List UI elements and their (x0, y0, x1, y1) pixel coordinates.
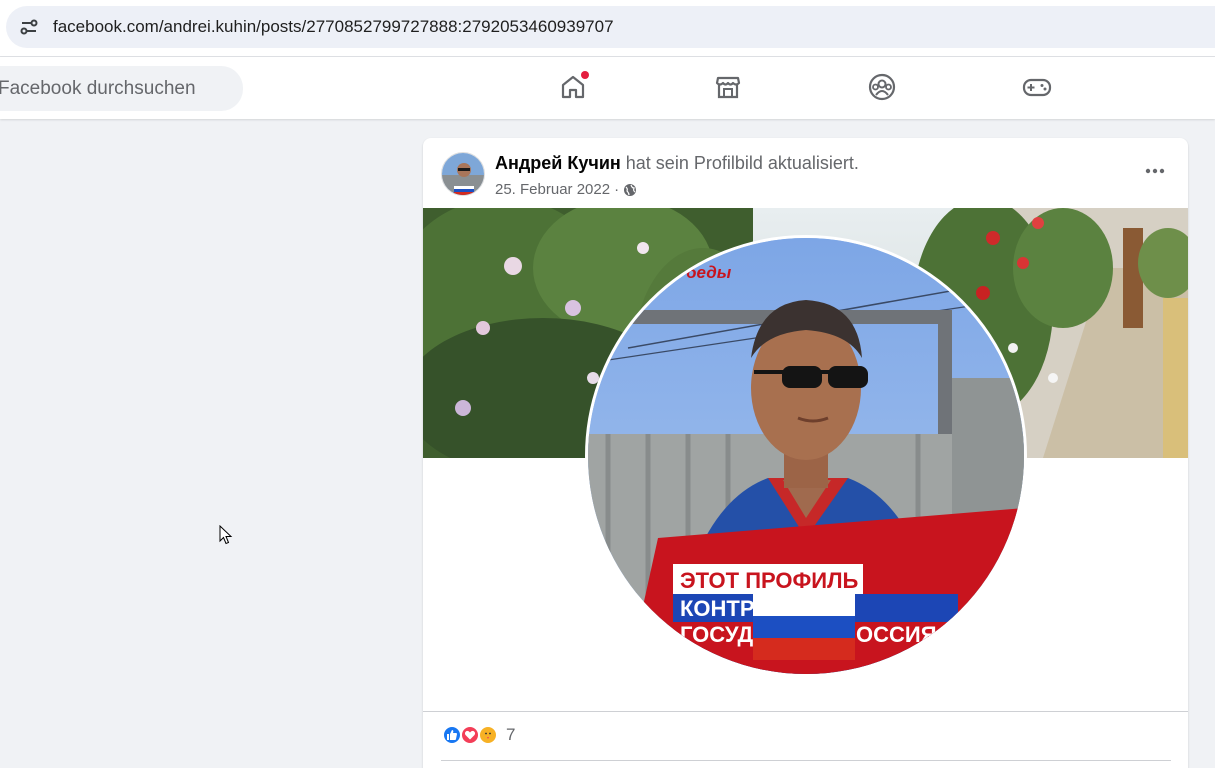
facebook-top-nav (0, 57, 1215, 119)
like-reaction-icon (442, 725, 462, 745)
author-name[interactable]: Андрей Кучин (495, 153, 621, 173)
nav-groups-button[interactable] (865, 70, 899, 104)
author-avatar[interactable] (441, 152, 485, 196)
gaming-icon (1022, 78, 1052, 97)
post-action-text: hat sein Profilbild aktualisiert. (625, 153, 859, 173)
reactions-summary[interactable]: 7 (442, 725, 515, 745)
address-bar[interactable]: facebook.com/andrei.kuhin/posts/27708527… (6, 6, 1215, 48)
actions-divider (441, 760, 1171, 761)
globe-icon[interactable] (623, 183, 637, 197)
post-header: Андрей Кучин hat sein Profilbild aktuali… (495, 153, 859, 174)
search-input[interactable] (0, 66, 243, 111)
browser-toolbar: facebook.com/andrei.kuhin/posts/27708527… (0, 0, 1215, 57)
nav-gaming-button[interactable] (1020, 70, 1054, 104)
frame-text-line-4: ОССИЯ (856, 622, 937, 647)
post-date[interactable]: 25. Februar 2022 (495, 181, 610, 198)
reaction-count[interactable]: 7 (506, 725, 515, 745)
more-options-icon (1145, 168, 1165, 174)
photo-sign-text: беды (686, 263, 732, 282)
post-card: Андрей Кучин hat sein Profilbild aktuali… (423, 138, 1188, 768)
groups-icon (868, 73, 896, 101)
nav-marketplace-button[interactable] (711, 70, 745, 104)
love-reaction-icon (460, 725, 480, 745)
post-meta: 25. Februar 2022 · (495, 181, 637, 198)
frame-text-line-1: ЭТОТ ПРОФИЛЬ (680, 568, 859, 593)
post-options-button[interactable] (1142, 158, 1168, 184)
nav-home-button[interactable] (556, 70, 590, 104)
meta-separator: · (614, 181, 620, 198)
russian-flag-icon (753, 594, 855, 660)
site-info-icon[interactable] (18, 16, 40, 38)
mouse-cursor-icon (219, 525, 233, 545)
profile-picture[interactable]: ЭТОТ ПРОФИЛЬ КОНТРО ГОСУДА ОССИЯ беды (585, 235, 1027, 677)
care-reaction-icon (478, 725, 498, 745)
reactions-divider (423, 711, 1188, 712)
search-box[interactable] (0, 66, 243, 111)
notification-dot (581, 71, 589, 79)
url-text[interactable]: facebook.com/andrei.kuhin/posts/27708527… (53, 17, 614, 37)
marketplace-icon (715, 76, 741, 99)
